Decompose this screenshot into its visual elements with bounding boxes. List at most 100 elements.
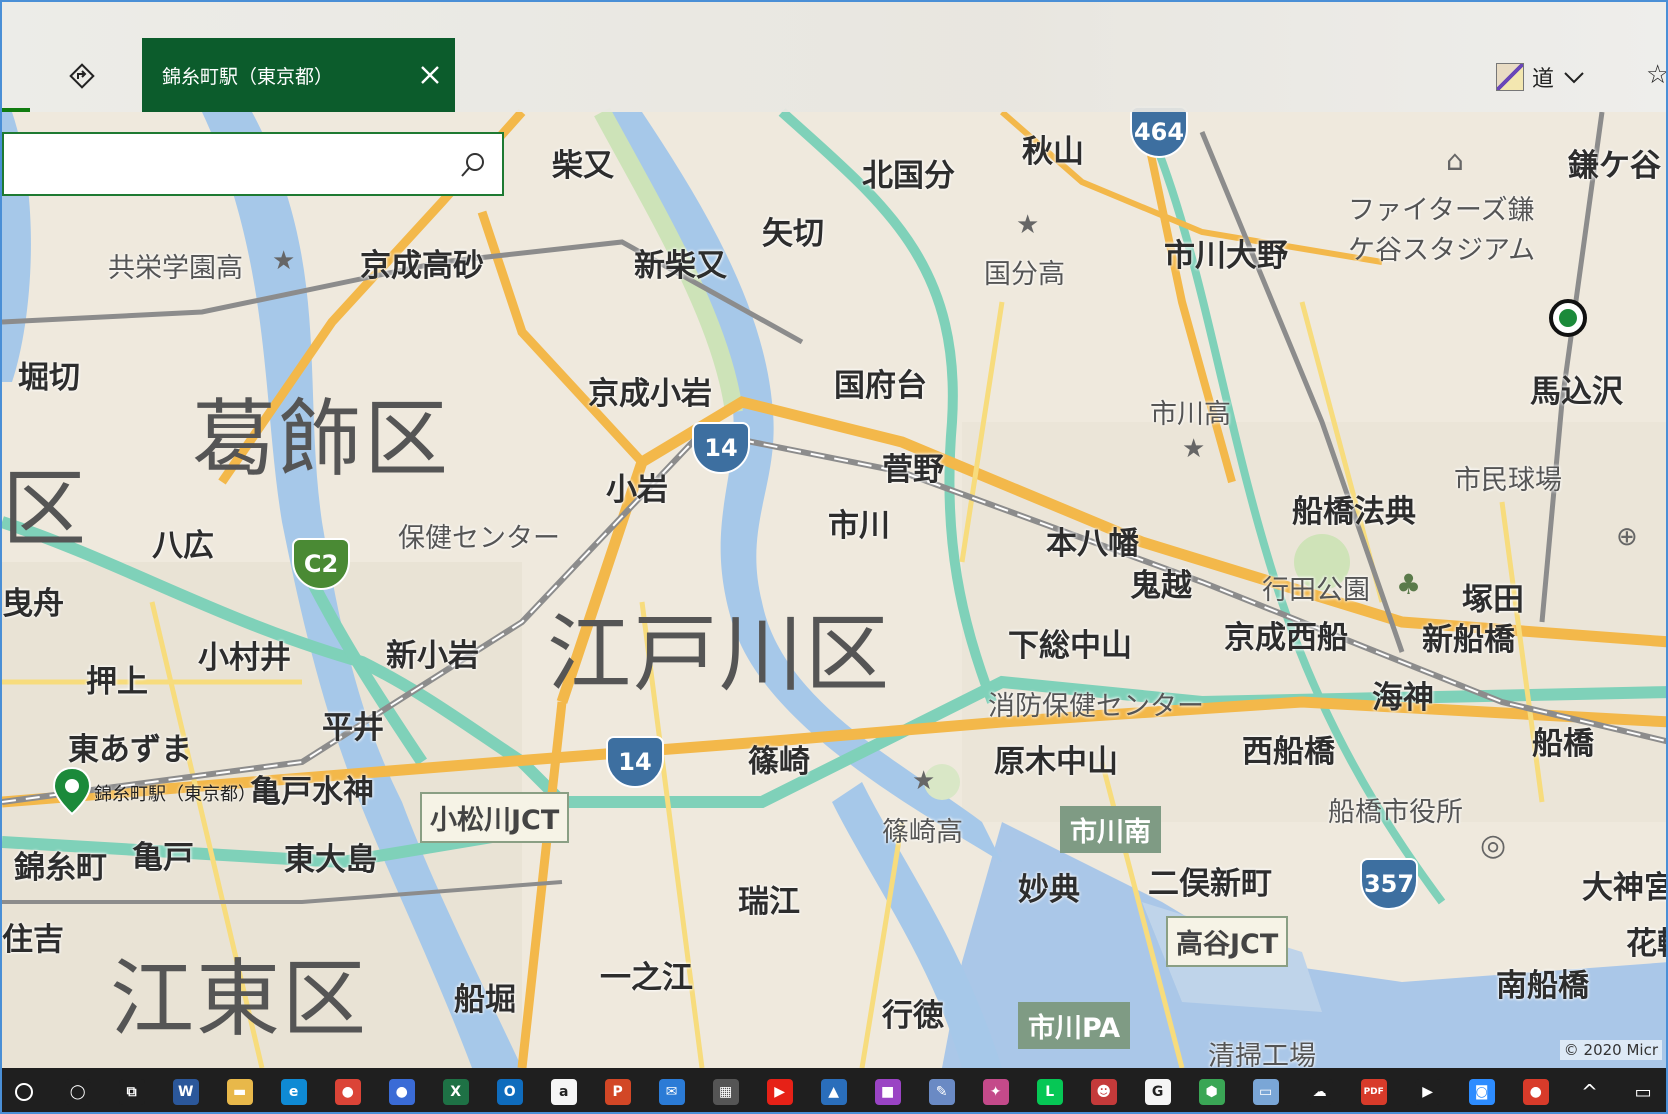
start-button[interactable] xyxy=(4,1072,44,1112)
station-label[interactable]: 下総中山 xyxy=(1008,620,1132,665)
station-label-ichikawaminami[interactable]: 市川南 xyxy=(1060,806,1161,853)
station-label[interactable]: 堀切 xyxy=(18,352,80,397)
taskbar-app-onedrive[interactable]: ☁ xyxy=(1300,1072,1340,1112)
taskbar-app-excel[interactable]: X xyxy=(436,1072,476,1112)
taskbar-app-inbox[interactable]: ▭ xyxy=(1246,1072,1286,1112)
junction-label[interactable]: 小松川JCT xyxy=(420,792,570,843)
favorites-star-icon[interactable]: ☆ xyxy=(1646,60,1666,90)
taskbar-app-paint[interactable]: ✎ xyxy=(922,1072,962,1112)
station-label[interactable]: 新小岩 xyxy=(386,630,479,675)
station-label[interactable]: 矢切 xyxy=(762,208,824,253)
parking-area-label[interactable]: 市川PA xyxy=(1018,1002,1131,1049)
taskbar-app-photos[interactable]: ▲ xyxy=(814,1072,854,1112)
station-label[interactable]: 行徳 xyxy=(882,990,944,1035)
taskbar-app-edge[interactable]: e xyxy=(274,1072,314,1112)
poi-label[interactable]: 行田公園 xyxy=(1262,568,1370,607)
poi-label[interactable]: 保健センター xyxy=(398,516,560,555)
station-label[interactable]: 原木中山 xyxy=(994,736,1118,781)
station-label[interactable]: 一之江 xyxy=(600,952,693,997)
current-location-icon[interactable] xyxy=(1548,298,1588,338)
taskbar-app-play-store[interactable]: ▶ xyxy=(1408,1072,1448,1112)
school-icon[interactable]: ★ xyxy=(912,766,935,796)
station-label[interactable]: 亀戸水神 xyxy=(250,766,374,811)
taskbar-app-people[interactable]: ● xyxy=(382,1072,422,1112)
poi-label[interactable]: 篠崎高 xyxy=(882,810,963,849)
taskbar-app-youtube[interactable]: ▶ xyxy=(760,1072,800,1112)
station-label[interactable]: 曳舟 xyxy=(2,578,64,623)
stadium-icon[interactable]: ⌂ xyxy=(1446,144,1464,177)
station-label[interactable]: 馬込沢 xyxy=(1530,366,1623,411)
station-label[interactable]: 東大島 xyxy=(284,834,377,879)
station-label[interactable]: 大神宮 xyxy=(1582,862,1666,907)
station-label[interactable]: 本八幡 xyxy=(1046,518,1139,563)
taskbar-app-paint-3d[interactable]: ✦ xyxy=(976,1072,1016,1112)
station-label[interactable]: 瑞江 xyxy=(738,876,800,921)
station-label[interactable]: 菅野 xyxy=(882,444,944,489)
search-input[interactable] xyxy=(18,146,438,182)
station-label[interactable]: 船堀 xyxy=(454,974,516,1019)
taskbar-app-pdf[interactable]: PDF xyxy=(1354,1072,1394,1112)
taskbar-app-outlook[interactable]: O xyxy=(490,1072,530,1112)
city-hall-icon[interactable]: ◎ xyxy=(1480,828,1506,863)
hospital-icon[interactable]: ⊕ xyxy=(1616,522,1638,552)
close-icon[interactable] xyxy=(415,60,445,90)
taskbar-app-google[interactable]: G xyxy=(1138,1072,1178,1112)
park-icon[interactable]: ♣ xyxy=(1396,568,1421,601)
station-label[interactable]: 南船橋 xyxy=(1496,960,1589,1005)
taskbar-app-maps-app[interactable]: ● xyxy=(1516,1072,1556,1112)
map-style-button[interactable]: 道 xyxy=(1496,60,1586,94)
station-label[interactable]: 京成高砂 xyxy=(360,240,484,285)
station-label[interactable]: 花輪 xyxy=(1626,918,1666,963)
station-label[interactable]: 東あずま xyxy=(68,724,192,769)
station-label[interactable]: 鎌ケ谷 xyxy=(1568,140,1661,185)
station-label[interactable]: 船橋法典 xyxy=(1292,486,1416,531)
tray-chevron-up-icon[interactable]: ^ xyxy=(1570,1072,1610,1112)
station-label[interactable]: 平井 xyxy=(322,702,384,747)
station-label[interactable]: 西船橋 xyxy=(1242,726,1335,771)
directions-button[interactable] xyxy=(66,60,98,92)
station-label[interactable]: 市川大野 xyxy=(1164,230,1288,275)
taskbar-app-game[interactable]: ☻ xyxy=(1084,1072,1124,1112)
station-label[interactable]: 新柴又 xyxy=(634,240,727,285)
station-label[interactable]: 京成西船 xyxy=(1224,612,1348,657)
taskbar-app-powerpoint[interactable]: P xyxy=(598,1072,638,1112)
poi-label[interactable]: 市川高 xyxy=(1150,392,1231,431)
poi-label[interactable]: ケ谷スタジアム xyxy=(1348,228,1535,267)
pin-label[interactable]: 錦糸町駅（東京都） xyxy=(94,780,256,806)
station-label[interactable]: 篠崎 xyxy=(748,736,810,781)
station-label[interactable]: 北国分 xyxy=(862,150,955,195)
station-label[interactable]: 小岩 xyxy=(606,464,668,509)
station-label[interactable]: 京成小岩 xyxy=(588,368,712,413)
station-label[interactable]: 秋山 xyxy=(1022,126,1084,171)
taskbar-app-maps[interactable]: ⬢ xyxy=(1192,1072,1232,1112)
station-label[interactable]: 市川 xyxy=(828,500,890,545)
taskbar-app-line[interactable]: L xyxy=(1030,1072,1070,1112)
station-label[interactable]: 国府台 xyxy=(834,360,927,405)
school-icon[interactable]: ★ xyxy=(272,246,295,276)
poi-label[interactable]: 共栄学園高 xyxy=(108,246,243,285)
taskbar-app-word[interactable]: W xyxy=(166,1072,206,1112)
school-icon[interactable]: ★ xyxy=(1016,210,1039,240)
search-result-tab[interactable]: 錦糸町駅（東京都） xyxy=(142,38,455,112)
taskbar-app-network[interactable]: ▦ xyxy=(706,1072,746,1112)
station-label[interactable]: 妙典 xyxy=(1018,864,1080,909)
taskbar-app-zoom[interactable]: ◙ xyxy=(1462,1072,1502,1112)
station-label[interactable]: 鬼越 xyxy=(1130,560,1192,605)
poi-label[interactable]: 国分高 xyxy=(984,252,1065,291)
taskbar-app-file-explorer[interactable]: ▬ xyxy=(220,1072,260,1112)
station-label[interactable]: 柴又 xyxy=(552,140,614,185)
station-label[interactable]: 小村井 xyxy=(198,632,291,677)
station-label[interactable]: 錦糸町 xyxy=(14,842,107,887)
station-label[interactable]: 八広 xyxy=(152,520,214,565)
poi-label[interactable]: 消防保健センター xyxy=(988,684,1204,723)
taskbar-app-mail[interactable]: ✉ xyxy=(652,1072,692,1112)
taskbar-app-chrome[interactable]: ● xyxy=(328,1072,368,1112)
taskbar-app-task-view[interactable]: ⧉ xyxy=(112,1072,152,1112)
station-label[interactable]: 海神 xyxy=(1372,672,1434,717)
taskbar-app-amazon[interactable]: a xyxy=(544,1072,584,1112)
station-label[interactable]: 押上 xyxy=(86,656,148,701)
station-label[interactable]: 塚田 xyxy=(1462,574,1524,619)
station-label[interactable]: 住吉 xyxy=(2,914,64,959)
search-box[interactable] xyxy=(2,132,504,196)
poi-label[interactable]: 船橋市役所 xyxy=(1328,790,1463,829)
